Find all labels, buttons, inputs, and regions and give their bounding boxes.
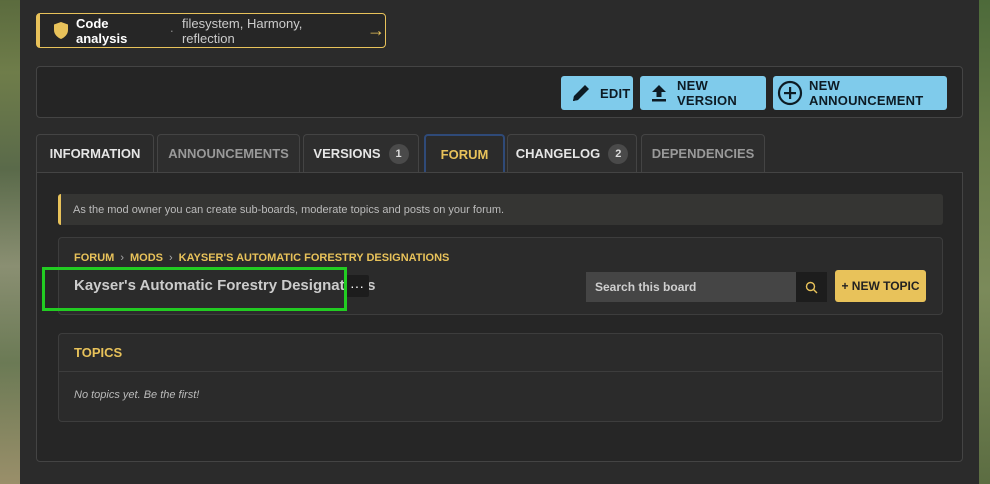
tab-announcements[interactable]: ANNOUNCEMENTS	[157, 134, 300, 172]
shield-icon	[54, 22, 68, 39]
breadcrumb-board[interactable]: KAYSER'S AUTOMATIC FORESTRY DESIGNATIONS	[179, 252, 450, 264]
versions-count-badge: 1	[388, 143, 409, 164]
owner-notice: As the mod owner you can create sub-boar…	[58, 194, 943, 225]
tab-versions[interactable]: VERSIONS 1	[303, 134, 419, 172]
mod-tabs: INFORMATION ANNOUNCEMENTS VERSIONS 1 FOR…	[36, 134, 963, 172]
background-right	[979, 0, 990, 484]
search-button[interactable]	[796, 272, 827, 302]
pencil-icon	[573, 85, 589, 101]
tab-label: ANNOUNCEMENTS	[168, 146, 289, 161]
tab-label: CHANGELOG	[515, 146, 601, 161]
mod-actions-bar: EDIT NEW VERSION NEW ANNOUNCEMENT	[36, 66, 963, 118]
plus-circle-icon	[777, 80, 803, 106]
tab-label: DEPENDENCIES	[651, 146, 755, 161]
code-analysis-separator: ·	[169, 23, 174, 38]
forum-panel: As the mod owner you can create sub-boar…	[36, 172, 963, 462]
breadcrumb-forum[interactable]: FORUM	[74, 252, 114, 264]
board-search	[586, 272, 827, 302]
code-analysis-link[interactable]: Code analysis · filesystem, Harmony, ref…	[36, 13, 386, 48]
changelog-count-badge: 2	[608, 143, 629, 164]
new-version-button[interactable]: NEW VERSION	[640, 76, 766, 110]
mod-page: Code analysis · filesystem, Harmony, ref…	[20, 0, 979, 484]
tab-forum[interactable]: FORUM	[424, 134, 505, 172]
breadcrumb-mods[interactable]: MODS	[130, 252, 163, 264]
tab-label: FORUM	[440, 146, 489, 162]
code-analysis-title: Code analysis	[76, 15, 128, 46]
breadcrumb: FORUM › MODS › KAYSER'S AUTOMATIC FOREST…	[74, 252, 449, 264]
tab-information[interactable]: INFORMATION	[36, 134, 154, 172]
edit-button[interactable]: EDIT	[561, 76, 633, 110]
topics-section: TOPICS No topics yet. Be the first!	[58, 333, 943, 422]
search-input[interactable]	[586, 272, 796, 302]
background-left	[0, 0, 20, 484]
tab-label: VERSIONS	[313, 146, 381, 161]
tab-dependencies[interactable]: DEPENDENCIES	[641, 134, 765, 172]
topics-empty-message: No topics yet. Be the first!	[74, 389, 200, 401]
topics-heading: TOPICS	[59, 334, 942, 372]
tab-label: INFORMATION	[49, 146, 141, 161]
breadcrumb-separator: ›	[120, 252, 124, 264]
tab-changelog[interactable]: CHANGELOG 2	[507, 134, 637, 172]
search-icon	[805, 281, 818, 293]
new-announcement-button-label: NEW ANNOUNCEMENT	[809, 78, 924, 108]
upload-icon	[652, 85, 666, 102]
board-header: FORUM › MODS › KAYSER'S AUTOMATIC FOREST…	[42, 237, 943, 315]
board-more-button[interactable]: ···	[345, 275, 369, 297]
new-topic-button[interactable]: + NEW TOPIC	[835, 270, 926, 302]
edit-button-label: EDIT	[600, 85, 631, 101]
code-analysis-tags: filesystem, Harmony, reflection	[181, 15, 303, 46]
breadcrumb-separator: ›	[169, 252, 173, 264]
new-version-button-label: NEW VERSION	[677, 78, 737, 108]
arrow-right-icon: →	[367, 20, 385, 40]
new-announcement-button[interactable]: NEW ANNOUNCEMENT	[773, 76, 947, 110]
highlight-box	[42, 267, 347, 311]
